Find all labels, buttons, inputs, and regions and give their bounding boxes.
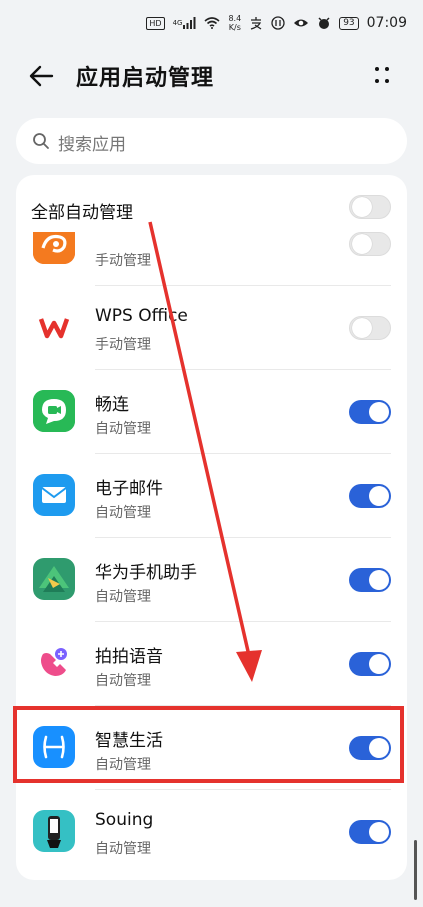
all-auto-manage-toggle[interactable] [349,195,391,219]
all-auto-manage-row: 全部自动管理 [16,175,407,239]
email-icon [33,474,75,516]
app-manage-status: 手动管理 [95,253,151,269]
app-header: 应用启动管理 [0,50,423,102]
list-item[interactable]: 畅连 自动管理 [16,370,407,454]
app-manage-status: 自动管理 [95,841,151,857]
huawei-assistant-icon [33,558,75,600]
alipay-icon [249,16,263,30]
app-name: 电子邮件 [95,479,163,499]
wifi-icon [204,17,220,29]
app-toggle[interactable] [349,316,391,340]
network-speed: 8.4 K/s [228,14,241,32]
status-time: 07:09 [366,15,407,31]
eye-icon [293,17,309,29]
app-toggle[interactable] [349,232,391,256]
app-toggle[interactable] [349,400,391,424]
app-manage-status: 自动管理 [95,589,151,605]
signal-icon: 4G [173,17,197,29]
uc-browser-icon [33,232,75,264]
app-toggle[interactable] [349,820,391,844]
app-manage-status: 自动管理 [95,505,151,521]
list-item[interactable]: 电子邮件 自动管理 [16,454,407,538]
network-type: 4G [172,19,183,27]
speed-unit: K/s [228,23,241,32]
list-item[interactable]: 华为手机助手 自动管理 [16,538,407,622]
scrollbar[interactable] [414,840,417,900]
alarm-icon [317,16,331,30]
app-toggle[interactable] [349,568,391,592]
app-name: 畅连 [95,395,129,415]
status-bar: HD 4G 8.4 K/s 93 07:09 [0,0,423,46]
app-name: WPS Office [95,306,188,326]
app-name: 拍拍语音 [95,647,163,667]
list-item[interactable]: 手动管理 [16,232,407,286]
page-title: 应用启动管理 [76,66,215,91]
app-toggle[interactable] [349,652,391,676]
search-icon [33,133,49,149]
app-manage-status: 自动管理 [95,673,151,689]
souing-icon [33,810,75,852]
app-manage-status: 自动管理 [95,421,151,437]
search-placeholder: 搜索应用 [58,135,126,155]
all-auto-manage-label: 全部自动管理 [31,203,133,223]
back-arrow-icon[interactable] [26,60,58,92]
hd-icon: HD [146,16,165,30]
list-item[interactable]: Souing 自动管理 [16,790,407,874]
nfc-icon [271,16,285,30]
changlian-icon [33,390,75,432]
more-dots-icon[interactable] [371,64,393,86]
wps-office-icon [33,306,75,348]
app-name: Souing [95,810,154,830]
app-manage-status: 手动管理 [95,337,151,353]
speed-value: 8.4 [228,14,242,23]
app-name: 华为手机助手 [95,563,197,583]
search-input[interactable]: 搜索应用 [16,118,407,164]
list-item[interactable]: WPS Office 手动管理 [16,286,407,370]
battery-icon: 93 [339,16,359,30]
highlight-box [13,706,404,783]
app-toggle[interactable] [349,484,391,508]
list-item[interactable]: 拍拍语音 自动管理 [16,622,407,706]
paipai-voice-icon [33,642,75,684]
